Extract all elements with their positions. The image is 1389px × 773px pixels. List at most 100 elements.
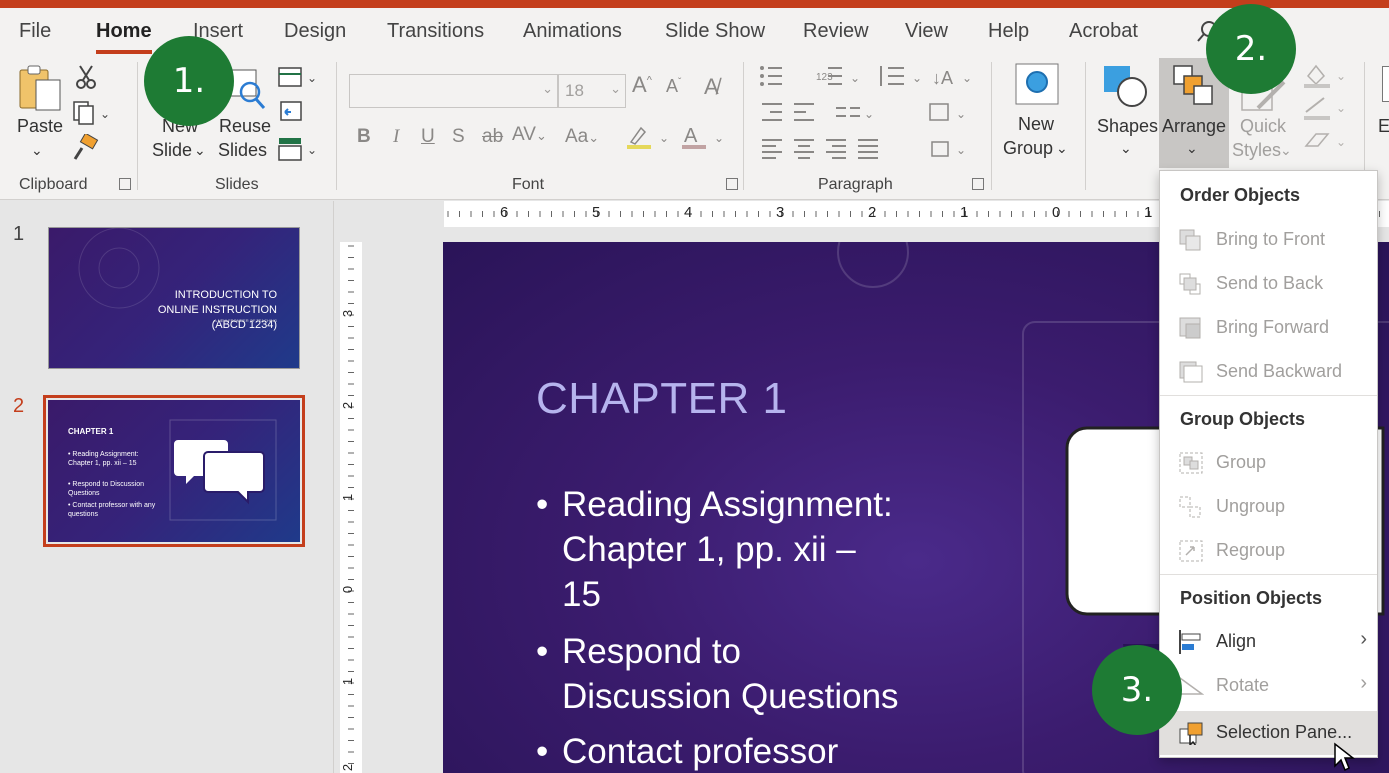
rotate-item[interactable]: Rotate › [1160, 664, 1377, 708]
highlight-color-icon[interactable]: ⌄ [625, 124, 671, 150]
reuse-slides-label-1[interactable]: Reuse [219, 114, 271, 138]
editing-icon[interactable] [1382, 66, 1389, 102]
chevron-down-icon: ⌄ [542, 81, 553, 96]
shapes-chevron[interactable]: ⌄ [1120, 136, 1132, 160]
underline-icon[interactable]: U [421, 126, 435, 148]
bullet-icon: • [536, 632, 549, 671]
slide-thumbnail-2[interactable]: CHAPTER 1 • Reading Assignment: Chapter … [43, 395, 305, 547]
ruler-label: 0 [340, 585, 356, 594]
tab-help[interactable]: Help [988, 20, 1029, 43]
svg-text:⌄: ⌄ [100, 107, 110, 121]
editing-label-partial[interactable]: Ec [1378, 114, 1389, 138]
slide-bullet[interactable]: • Respond to Discussion Questions [536, 629, 926, 719]
bring-forward-icon [1179, 317, 1201, 339]
shapes-icon[interactable] [1102, 64, 1152, 110]
shape-fill-icon[interactable]: ⌄ [1302, 62, 1350, 90]
slide-number-selected: 2 [13, 395, 25, 417]
reset-slide-icon[interactable] [277, 100, 303, 124]
layout-icon[interactable]: ⌄ [277, 66, 319, 90]
send-to-back-item[interactable]: Send to Back [1160, 262, 1377, 306]
slide-title[interactable]: CHAPTER 1 [536, 374, 787, 424]
group-divider [1085, 62, 1086, 190]
ruler-ticks [348, 245, 354, 764]
thumbnail-bullet-text: Respond to Discussion Questions [68, 481, 144, 497]
tab-design[interactable]: Design [284, 20, 346, 43]
new-group-label-2[interactable]: Group [1003, 136, 1053, 160]
slide-bullet[interactable]: • Contact professor [536, 729, 926, 773]
svg-text:⌄: ⌄ [1336, 135, 1346, 149]
regroup-item[interactable]: Regroup [1160, 529, 1377, 573]
align-item[interactable]: Align › [1160, 620, 1377, 664]
shape-outline-icon[interactable]: ⌄ [1302, 94, 1350, 122]
quick-styles-label-2[interactable]: Styles [1232, 138, 1281, 162]
section-icon[interactable]: ⌄ [277, 136, 319, 162]
svg-text:⌄: ⌄ [850, 71, 860, 85]
text-shadow-icon[interactable]: S [452, 126, 465, 148]
bring-to-front-item[interactable]: Bring to Front [1160, 218, 1377, 262]
tab-file[interactable]: File [19, 20, 51, 43]
paste-dropdown-chevron[interactable]: ⌄ [31, 138, 43, 162]
svg-text:⌄: ⌄ [307, 71, 317, 85]
character-spacing-icon[interactable]: AV⌄ [512, 124, 547, 146]
italic-icon[interactable]: I [393, 126, 399, 148]
change-case-icon[interactable]: Aa⌄ [565, 126, 599, 148]
new-slide-label-2[interactable]: Slide [152, 138, 192, 162]
tab-slide-show[interactable]: Slide Show [665, 20, 765, 43]
bring-forward-item[interactable]: Bring Forward [1160, 306, 1377, 350]
shapes-label[interactable]: Shapes [1097, 114, 1158, 138]
alignment-icons[interactable]: ⌄ [758, 136, 968, 162]
paste-label[interactable]: Paste [17, 114, 63, 138]
thumbnail-title: INTRODUCTION TO ONLINE INSTRUCTION (ABCD… [157, 289, 277, 331]
font-name-combo[interactable]: ⌄ [349, 74, 558, 108]
tab-acrobat[interactable]: Acrobat [1069, 20, 1138, 43]
decrease-font-size-icon[interactable]: Aˇ [666, 76, 681, 97]
increase-font-size-icon[interactable]: A^ [632, 72, 652, 98]
line-spacing-text-direction-icons[interactable]: ⌄ ↓A ⌄ [876, 64, 976, 90]
new-group-icon[interactable] [1014, 62, 1060, 108]
clear-formatting-icon[interactable]: A̸ [704, 74, 719, 100]
send-backward-item[interactable]: Send Backward [1160, 350, 1377, 394]
new-group-chevron[interactable]: ⌄ [1056, 136, 1068, 160]
new-group-label-1[interactable]: New [1018, 112, 1054, 136]
arrange-chevron[interactable]: ⌄ [1186, 136, 1198, 160]
mouse-cursor-icon [1334, 742, 1355, 772]
tab-transitions[interactable]: Transitions [387, 20, 484, 43]
font-size-combo[interactable]: 18 ⌄ [558, 74, 626, 108]
shape-effects-icon[interactable]: ⌄ [1302, 130, 1350, 156]
font-color-icon[interactable]: A ⌄ [680, 122, 726, 150]
arrange-label[interactable]: Arrange [1162, 114, 1226, 138]
menu-item-label: Send to Back [1216, 273, 1324, 293]
bold-icon[interactable]: B [357, 126, 371, 148]
clipboard-group-label: Clipboard [19, 176, 88, 193]
ungroup-item[interactable]: Ungroup [1160, 485, 1377, 529]
chevron-right-icon: › [1360, 628, 1367, 650]
svg-text:⌄: ⌄ [659, 131, 669, 145]
slide-thumbnail-1[interactable]: INTRODUCTION TO ONLINE INSTRUCTION (ABCD… [48, 227, 300, 369]
paste-icon[interactable] [16, 64, 64, 114]
bullets-numbering-icons[interactable]: 123 ⌄ [758, 64, 868, 90]
ruler-label: 4 [684, 204, 693, 221]
ruler-label: 2 [868, 204, 877, 221]
reuse-slides-label-2[interactable]: Slides [218, 138, 267, 162]
menu-item-label: Regroup [1216, 540, 1286, 560]
tab-home[interactable]: Home [96, 20, 152, 43]
selection-pane-icon [1179, 722, 1203, 745]
clipboard-launcher-icon[interactable] [119, 178, 131, 190]
tab-animations[interactable]: Animations [523, 20, 622, 43]
tab-view[interactable]: View [905, 20, 948, 43]
cut-icon[interactable] [74, 64, 98, 90]
tab-review[interactable]: Review [803, 20, 869, 43]
new-slide-chevron[interactable]: ⌄ [194, 138, 206, 162]
slide-bullet[interactable]: • Reading Assignment: Chapter 1, pp. xii … [536, 482, 926, 617]
svg-text:↓A: ↓A [932, 68, 953, 88]
font-launcher-icon[interactable] [726, 178, 738, 190]
menu-item-label: Bring to Front [1216, 229, 1326, 249]
indent-columns-align-icons[interactable]: ⌄ ⌄ [758, 100, 968, 126]
group-item[interactable]: Group [1160, 441, 1377, 485]
quick-styles-chevron[interactable]: ⌄ [1280, 138, 1292, 162]
quick-styles-label-1[interactable]: Quick [1240, 114, 1286, 138]
paragraph-launcher-icon[interactable] [972, 178, 984, 190]
copy-icon[interactable]: ⌄ [72, 100, 112, 126]
format-painter-icon[interactable] [72, 134, 100, 162]
strikethrough-icon[interactable]: ab [482, 126, 503, 148]
